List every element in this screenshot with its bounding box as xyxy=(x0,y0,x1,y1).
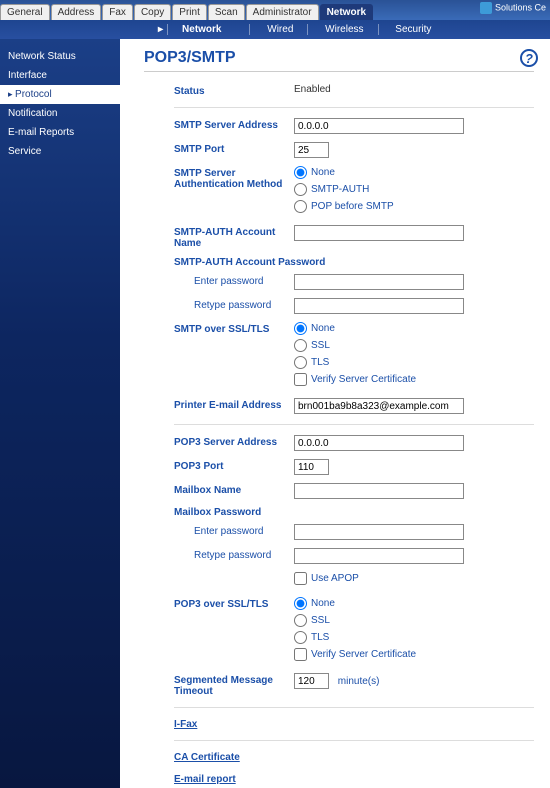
radio-auth-pop[interactable]: POP before SMTP xyxy=(294,200,534,213)
radio-pop3-ssl-ssl[interactable]: SSL xyxy=(294,614,534,627)
sidebar-email-reports[interactable]: E-mail Reports xyxy=(0,123,120,142)
link-email-report[interactable]: E-mail report xyxy=(174,774,236,785)
tab-print[interactable]: Print xyxy=(172,4,207,20)
tab-general[interactable]: General xyxy=(0,4,50,20)
label-enter-pwd: Enter password xyxy=(144,274,294,287)
subnav-network[interactable]: ▸Network xyxy=(130,24,250,35)
input-seg-timeout[interactable] xyxy=(294,673,329,689)
input-smtp-acct[interactable] xyxy=(294,225,464,241)
main-content: ? POP3/SMTP Status Enabled SMTP Server A… xyxy=(120,39,550,788)
smtp-auth-group: None SMTP-AUTH POP before SMTP xyxy=(294,166,534,217)
radio-pop3-ssl-tls[interactable]: TLS xyxy=(294,631,534,644)
label-retype-pwd: Retype password xyxy=(144,298,294,311)
separator xyxy=(174,707,534,708)
separator xyxy=(174,740,534,741)
check-use-apop[interactable]: Use APOP xyxy=(294,572,534,585)
label-pop3-addr: POP3 Server Address xyxy=(144,435,294,448)
label-smtp-addr: SMTP Server Address xyxy=(144,118,294,131)
label-printer-email: Printer E-mail Address xyxy=(144,398,294,411)
sub-nav: ▸Network Wired Wireless Security xyxy=(0,20,550,39)
tab-fax[interactable]: Fax xyxy=(102,4,133,20)
radio-pop3-ssl-none[interactable]: None xyxy=(294,597,534,610)
label-mailbox-name: Mailbox Name xyxy=(144,483,294,496)
radio-smtp-ssl-tls[interactable]: TLS xyxy=(294,356,534,369)
tab-address[interactable]: Address xyxy=(51,4,102,20)
input-smtp-addr[interactable] xyxy=(294,118,464,134)
separator xyxy=(174,424,534,425)
input-mbox-pwd2[interactable] xyxy=(294,548,464,564)
input-mailbox-name[interactable] xyxy=(294,483,464,499)
radio-smtp-ssl-none[interactable]: None xyxy=(294,322,534,335)
subnav-wireless[interactable]: Wireless xyxy=(311,24,378,35)
input-smtp-pwd1[interactable] xyxy=(294,274,464,290)
pop3-ssl-group: None SSL TLS Verify Server Certificate xyxy=(294,597,534,665)
label-smtp-port: SMTP Port xyxy=(144,142,294,155)
input-smtp-port[interactable] xyxy=(294,142,329,158)
label-status: Status xyxy=(144,84,294,97)
input-pop3-addr[interactable] xyxy=(294,435,464,451)
link-ca-cert[interactable]: CA Certificate xyxy=(174,752,240,763)
label-smtp-ssl: SMTP over SSL/TLS xyxy=(144,322,294,335)
top-tab-bar: General Address Fax Copy Print Scan Admi… xyxy=(0,0,550,20)
label-mbox-enter-pwd: Enter password xyxy=(144,524,294,537)
help-icon[interactable]: ? xyxy=(520,49,538,67)
input-pop3-port[interactable] xyxy=(294,459,329,475)
input-mbox-pwd1[interactable] xyxy=(294,524,464,540)
subnav-security[interactable]: Security xyxy=(381,24,445,35)
label-mbox-retype-pwd: Retype password xyxy=(144,548,294,561)
solutions-icon xyxy=(480,2,492,14)
tab-copy[interactable]: Copy xyxy=(134,4,171,20)
sidebar-service[interactable]: Service xyxy=(0,142,120,161)
separator xyxy=(174,107,534,108)
radio-smtp-ssl-ssl[interactable]: SSL xyxy=(294,339,534,352)
radio-auth-smtp[interactable]: SMTP-AUTH xyxy=(294,183,534,196)
input-printer-email[interactable] xyxy=(294,398,464,414)
label-mailbox-pwd-head: Mailbox Password xyxy=(144,507,534,518)
solutions-center-link[interactable]: Solutions Ce xyxy=(480,2,546,14)
sidebar-notification[interactable]: Notification xyxy=(0,104,120,123)
input-smtp-pwd2[interactable] xyxy=(294,298,464,314)
sidebar-network-status[interactable]: Network Status xyxy=(0,47,120,66)
check-smtp-verify-cert[interactable]: Verify Server Certificate xyxy=(294,373,534,386)
sidebar-protocol[interactable]: Protocol xyxy=(0,85,120,104)
label-pop3-port: POP3 Port xyxy=(144,459,294,472)
label-pop3-ssl: POP3 over SSL/TLS xyxy=(144,597,294,610)
smtp-ssl-group: None SSL TLS Verify Server Certificate xyxy=(294,322,534,390)
label-seg-timeout: Segmented Message Timeout xyxy=(144,673,294,697)
sidebar: Network Status Interface Protocol Notifi… xyxy=(0,39,120,788)
link-ifax[interactable]: I-Fax xyxy=(174,719,197,730)
value-status: Enabled xyxy=(294,84,534,95)
subnav-wired[interactable]: Wired xyxy=(253,24,308,35)
label-smtp-pwd-head: SMTP-AUTH Account Password xyxy=(144,257,534,268)
check-pop3-verify-cert[interactable]: Verify Server Certificate xyxy=(294,648,534,661)
tab-network[interactable]: Network xyxy=(320,4,373,20)
label-smtp-acct: SMTP-AUTH Account Name xyxy=(144,225,294,249)
label-minutes: minute(s) xyxy=(338,676,380,687)
sidebar-interface[interactable]: Interface xyxy=(0,66,120,85)
radio-auth-none[interactable]: None xyxy=(294,166,534,179)
page-title: POP3/SMTP xyxy=(144,49,534,72)
label-smtp-auth: SMTP Server Authentication Method xyxy=(144,166,294,190)
tab-scan[interactable]: Scan xyxy=(208,4,245,20)
tab-administrator[interactable]: Administrator xyxy=(246,4,319,20)
